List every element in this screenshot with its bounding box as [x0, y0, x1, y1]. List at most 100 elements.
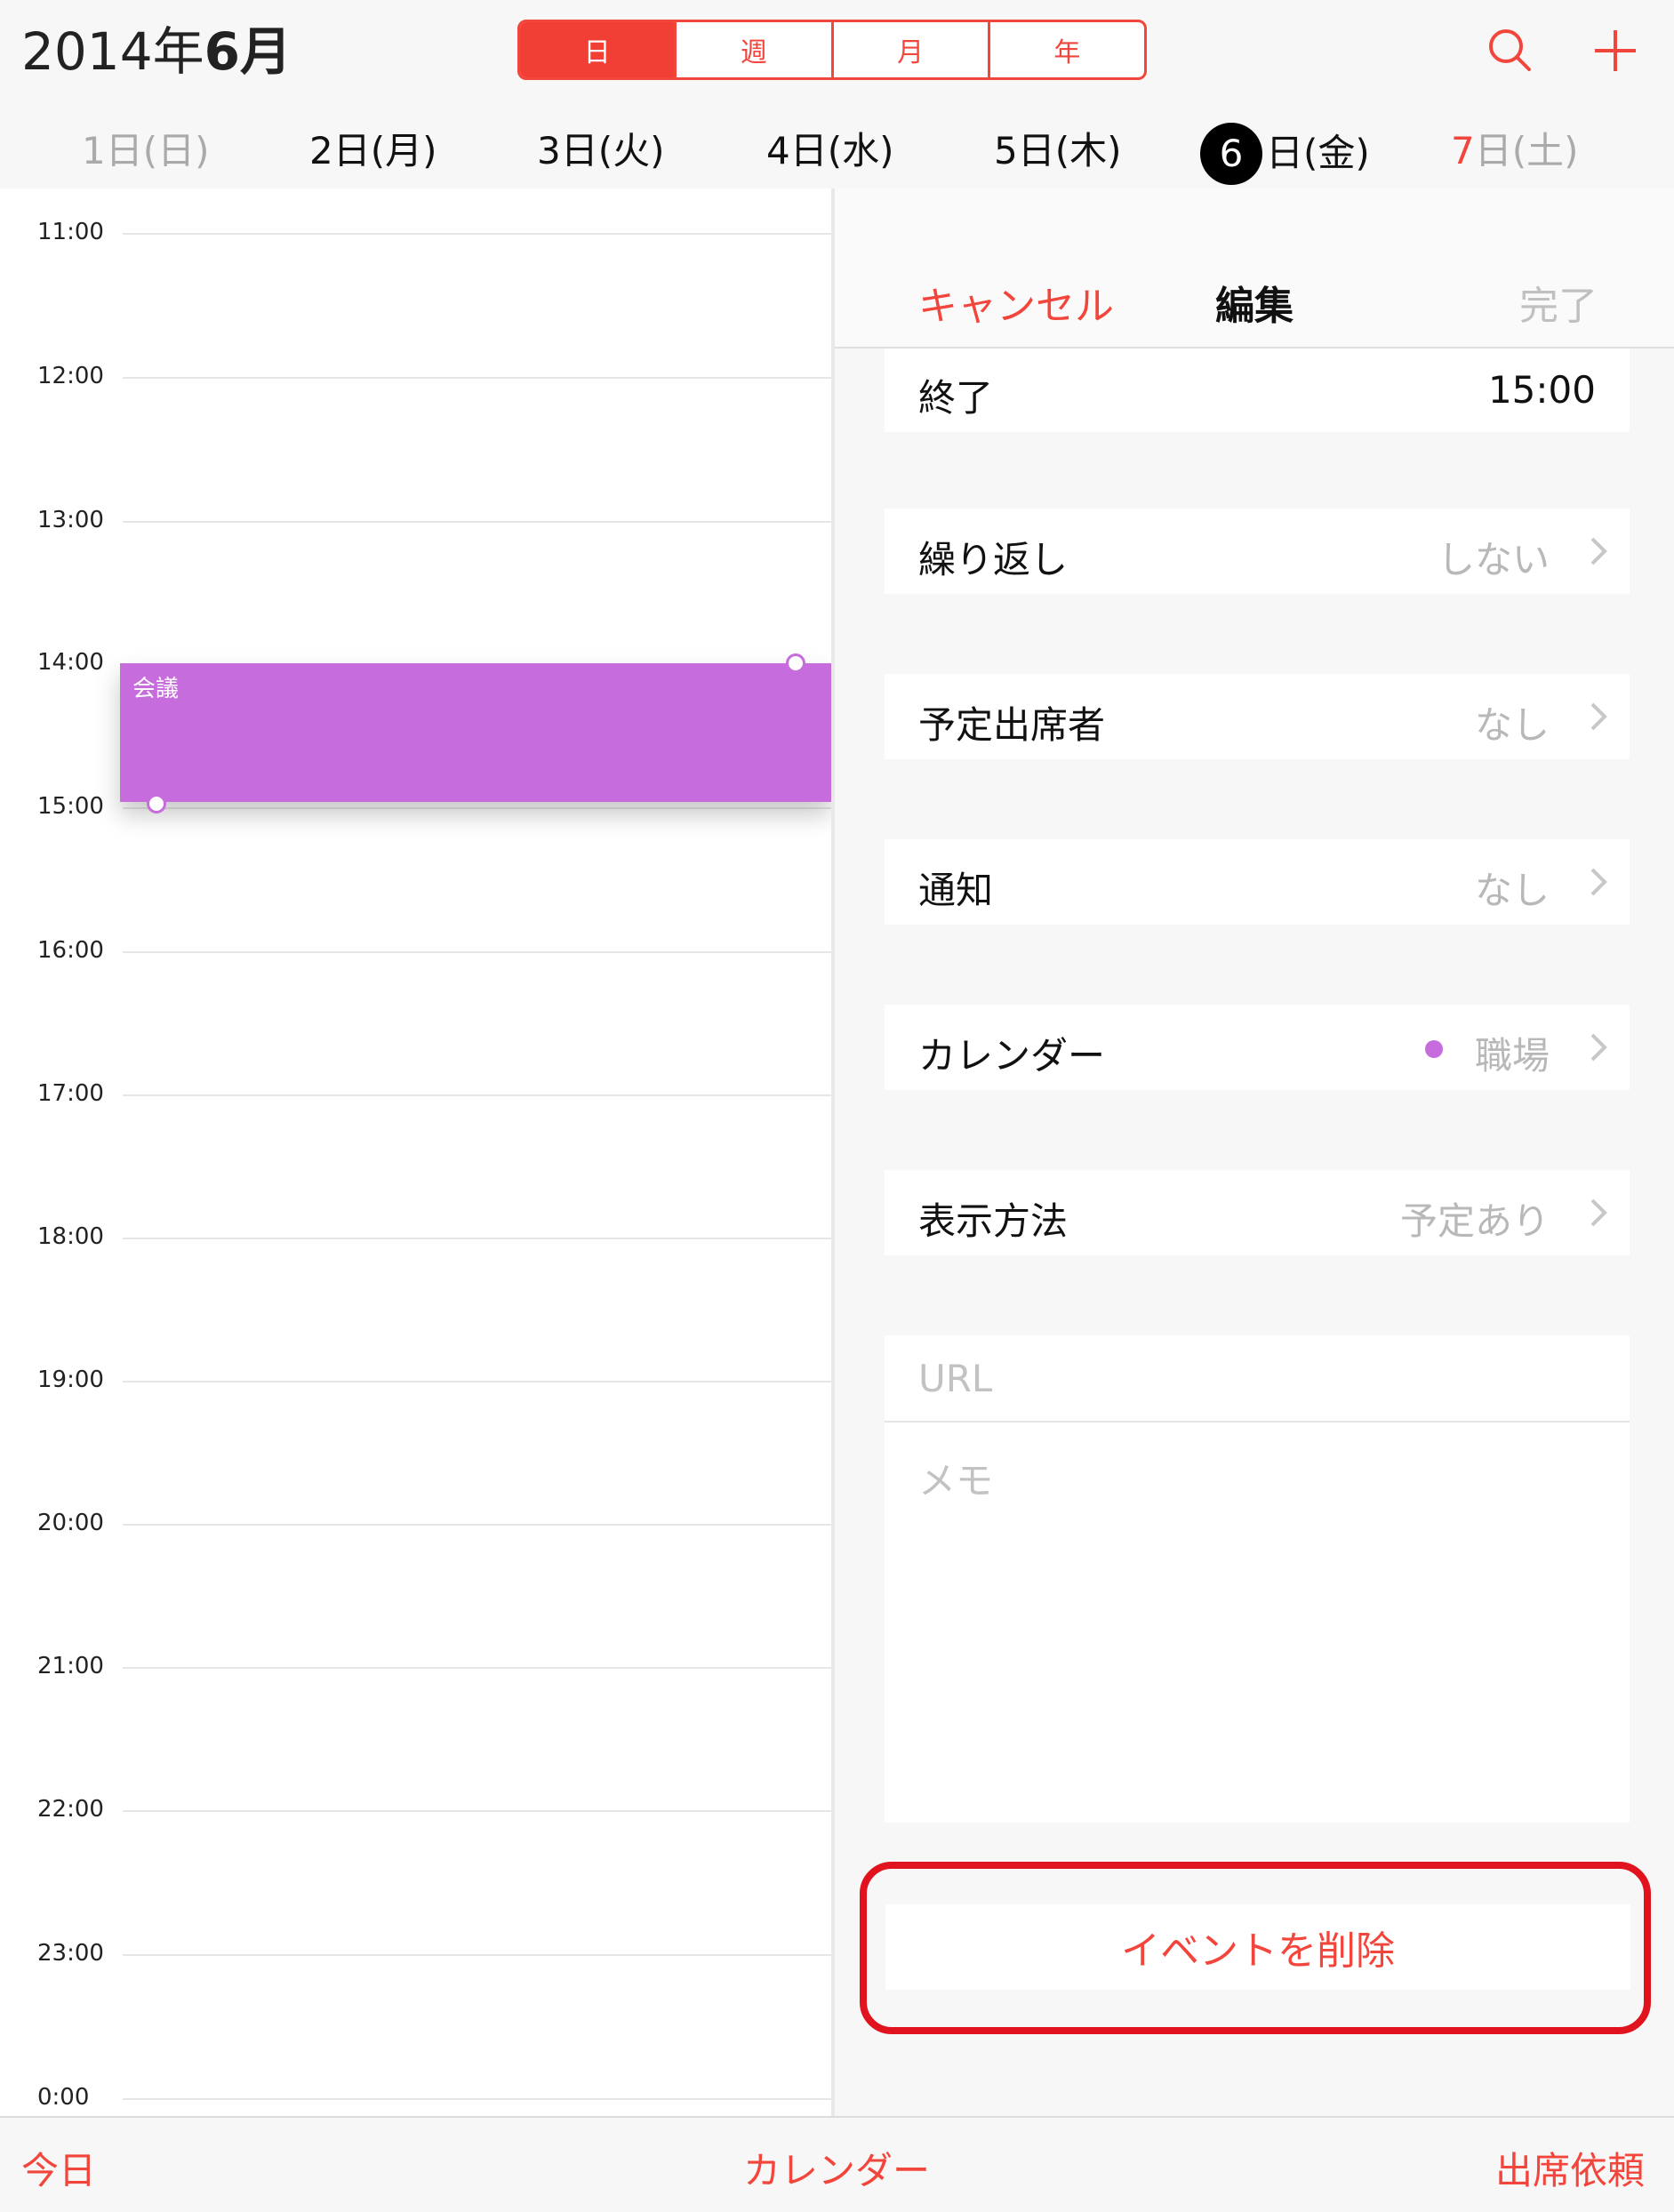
hour-row: 15:00 — [0, 793, 831, 820]
calendar-header: 2014年6月 日 週 月 年 1日(日) 2日(月) 3日(火) 4日(水) … — [0, 0, 1674, 188]
done-button[interactable]: 完了 — [1519, 274, 1598, 331]
end-label: 終了 — [918, 376, 994, 420]
view-segmented-control: 日 週 月 年 — [517, 20, 1147, 80]
day-1[interactable]: 1日(日) — [82, 116, 210, 187]
show-as-value: 予定あり — [1399, 1199, 1550, 1243]
hour-row: 17:00 — [0, 1080, 831, 1107]
event-block[interactable]: 会議 — [120, 663, 831, 802]
today-button[interactable]: 今日 — [21, 2141, 96, 2195]
event-resize-handle-bottom[interactable] — [147, 794, 166, 813]
day-2[interactable]: 2日(月) — [309, 116, 437, 187]
hour-line — [123, 2098, 831, 2100]
segment-month[interactable]: 月 — [834, 22, 990, 77]
hour-line — [123, 1954, 831, 1956]
notes-field[interactable]: メモ — [918, 1451, 993, 1505]
segment-week[interactable]: 週 — [677, 22, 834, 77]
hour-label: 12:00 — [37, 363, 104, 389]
calendar-label: カレンダー — [918, 1034, 1106, 1078]
selected-day-label: 日(金) — [1266, 131, 1370, 175]
hour-label: 15:00 — [37, 793, 104, 820]
chevron-right-icon — [1590, 702, 1607, 731]
hour-row: 11:00 — [0, 219, 831, 245]
url-notes-card: URL メモ — [885, 1335, 1630, 1823]
hour-line — [123, 1238, 831, 1239]
calendars-button[interactable]: カレンダー — [743, 2141, 930, 2195]
invitees-label: 予定出席者 — [918, 703, 1106, 747]
hour-row: 23:00 — [0, 1940, 831, 1967]
calendar-color-dot — [1425, 1040, 1443, 1058]
repeat-value: しない — [1437, 538, 1550, 581]
url-separator — [885, 1421, 1630, 1423]
hour-row: 12:00 — [0, 363, 831, 389]
hour-row: 20:00 — [0, 1510, 831, 1536]
hour-label: 23:00 — [37, 1940, 104, 1967]
day-6-selected[interactable]: 6 日(金) — [1200, 116, 1370, 187]
panel-nav-bar: 編集 キャンセル 完了 — [835, 188, 1674, 349]
month-title-month: 6月 — [204, 21, 292, 82]
segment-year[interactable]: 年 — [990, 22, 1144, 77]
day-3[interactable]: 3日(火) — [537, 116, 665, 187]
hour-label: 14:00 — [37, 649, 104, 676]
hour-label: 20:00 — [37, 1510, 104, 1536]
hour-row: 18:00 — [0, 1223, 831, 1250]
hour-line — [123, 1524, 831, 1526]
search-icon[interactable] — [1479, 20, 1542, 82]
month-title: 2014年6月 — [21, 20, 292, 84]
invitees-row[interactable]: 予定出席者 なし — [885, 674, 1630, 759]
day-7[interactable]: 7日(土) — [1451, 116, 1579, 187]
hour-line — [123, 1810, 831, 1812]
cancel-button[interactable]: キャンセル — [918, 274, 1114, 331]
selected-day-number: 6 — [1200, 122, 1262, 185]
month-title-year: 2014年 — [21, 21, 204, 82]
hour-label: 18:00 — [37, 1223, 104, 1250]
chevron-right-icon — [1590, 537, 1607, 565]
plus-icon[interactable] — [1584, 20, 1646, 82]
hour-line — [123, 1667, 831, 1669]
hour-row: 19:00 — [0, 1366, 831, 1393]
invitees-value: なし — [1474, 703, 1550, 747]
repeat-label: 繰り返し — [918, 538, 1069, 581]
hour-label: 21:00 — [37, 1653, 104, 1679]
hour-line — [123, 1381, 831, 1382]
show-as-row[interactable]: 表示方法 予定あり — [885, 1170, 1630, 1255]
calendar-row[interactable]: カレンダー 職場 — [885, 1005, 1630, 1090]
hour-label: 16:00 — [37, 937, 104, 964]
url-field[interactable]: URL — [918, 1357, 992, 1400]
event-resize-handle-top[interactable] — [786, 653, 805, 673]
hour-row: 16:00 — [0, 937, 831, 964]
hour-line — [123, 377, 831, 379]
calendar-value: 職場 — [1474, 1034, 1550, 1078]
segment-day[interactable]: 日 — [520, 22, 677, 77]
hour-label: 19:00 — [37, 1366, 104, 1393]
chevron-right-icon — [1590, 868, 1607, 896]
week-day-strip: 1日(日) 2日(月) 3日(火) 4日(水) 5日(木) 6 日(金) 7日(土… — [0, 116, 1674, 187]
day-timeline[interactable]: 11:00 12:00 13:00 14:00 15:00 16:00 17:0… — [0, 188, 831, 2116]
alert-value: なし — [1474, 869, 1550, 912]
hour-label: 11:00 — [37, 219, 104, 245]
edit-event-panel: 編集 キャンセル 完了 終了 15:00 繰り返し しない 予定出席者 なし 通… — [835, 188, 1674, 2116]
hour-line — [123, 807, 831, 809]
hour-line — [123, 1094, 831, 1096]
end-time-value: 15:00 — [1487, 368, 1596, 412]
end-time-row[interactable]: 終了 15:00 — [885, 349, 1630, 432]
day-5[interactable]: 5日(木) — [994, 116, 1122, 187]
hour-label: 0:00 — [37, 2084, 90, 2111]
show-as-label: 表示方法 — [918, 1199, 1069, 1243]
repeat-row[interactable]: 繰り返し しない — [885, 509, 1630, 594]
day-4[interactable]: 4日(水) — [766, 116, 894, 187]
hour-label: 22:00 — [37, 1796, 104, 1823]
hour-row: 13:00 — [0, 507, 831, 533]
hour-row: 22:00 — [0, 1796, 831, 1823]
inbox-button[interactable]: 出席依頼 — [1495, 2141, 1645, 2195]
bottom-toolbar: 今日 カレンダー 出席依頼 — [0, 2116, 1674, 2212]
chevron-right-icon — [1590, 1198, 1607, 1227]
hour-label: 17:00 — [37, 1080, 104, 1107]
hour-line — [123, 521, 831, 523]
hour-line — [123, 233, 831, 235]
hour-label: 13:00 — [37, 507, 104, 533]
hour-row: 21:00 — [0, 1653, 831, 1679]
day-7-number: 7 — [1451, 129, 1475, 172]
highlight-box — [860, 1862, 1651, 2034]
alert-label: 通知 — [918, 869, 994, 912]
alert-row[interactable]: 通知 なし — [885, 839, 1630, 925]
